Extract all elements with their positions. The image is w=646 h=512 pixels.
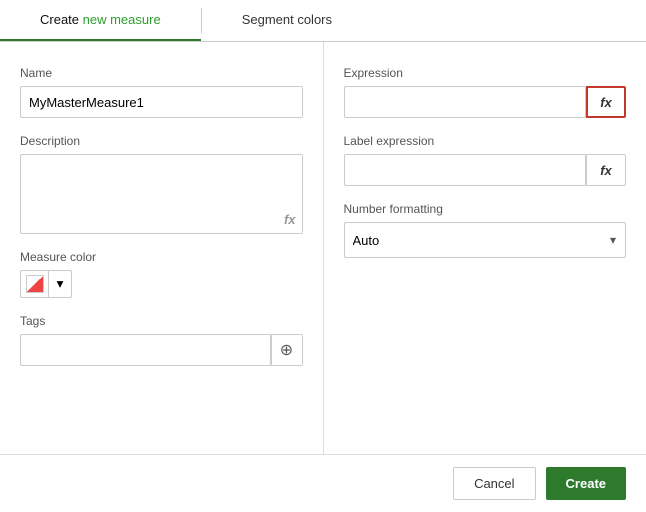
color-swatch <box>26 275 44 293</box>
tags-input[interactable] <box>20 334 271 366</box>
name-label: Name <box>20 66 303 80</box>
label-expression-field-group: Label expression fx <box>344 134 627 186</box>
fx-symbol-label: fx <box>600 163 612 178</box>
cancel-button[interactable]: Cancel <box>453 467 535 500</box>
content-area: Name Description fx Measure color <box>0 42 646 454</box>
name-field-group: Name <box>20 66 303 118</box>
name-input[interactable] <box>20 86 303 118</box>
tab-highlight: new measure <box>83 12 161 27</box>
expression-fx-button[interactable]: fx <box>586 86 626 118</box>
expression-input[interactable] <box>344 86 587 118</box>
number-formatting-select[interactable]: Auto Number Money Date Duration Custom <box>344 222 627 258</box>
tags-add-button[interactable]: ⊕ <box>271 334 303 366</box>
right-panel: Expression fx Label expression fx Number… <box>324 42 646 454</box>
tags-row: ⊕ <box>20 334 303 366</box>
tab-segment-colors[interactable]: Segment colors <box>202 0 372 41</box>
left-panel: Name Description fx Measure color <box>0 42 324 454</box>
description-label: Description <box>20 134 303 148</box>
color-preview[interactable] <box>20 270 48 298</box>
description-field-group: Description fx <box>20 134 303 234</box>
number-formatting-select-wrapper: Auto Number Money Date Duration Custom ▾ <box>344 222 627 258</box>
color-field-group: Measure color <box>20 250 303 298</box>
number-formatting-field-group: Number formatting Auto Number Money Date… <box>344 202 627 258</box>
tags-label: Tags <box>20 314 303 328</box>
create-button[interactable]: Create <box>546 467 626 500</box>
expression-label: Expression <box>344 66 627 80</box>
number-formatting-label: Number formatting <box>344 202 627 216</box>
expression-field-group: Expression fx <box>344 66 627 118</box>
tab-segment-colors-label: Segment colors <box>242 12 332 27</box>
footer: Cancel Create <box>0 454 646 512</box>
fx-symbol-expression: fx <box>600 95 612 110</box>
color-row <box>20 270 303 298</box>
chevron-down-icon <box>57 276 64 292</box>
label-expression-fx-button[interactable]: fx <box>586 154 626 186</box>
label-expression-input[interactable] <box>344 154 587 186</box>
label-expression-row: fx <box>344 154 627 186</box>
label-expression-label: Label expression <box>344 134 627 148</box>
plus-circle-icon: ⊕ <box>280 340 293 360</box>
tab-create-measure[interactable]: Create new measure <box>0 0 201 41</box>
expression-row: fx <box>344 86 627 118</box>
tags-field-group: Tags ⊕ <box>20 314 303 366</box>
color-label: Measure color <box>20 250 303 264</box>
fx-icon-description: fx <box>284 212 296 227</box>
color-dropdown-button[interactable] <box>48 270 72 298</box>
description-box[interactable]: fx <box>20 154 303 234</box>
tab-bar: Create new measure Segment colors <box>0 0 646 42</box>
